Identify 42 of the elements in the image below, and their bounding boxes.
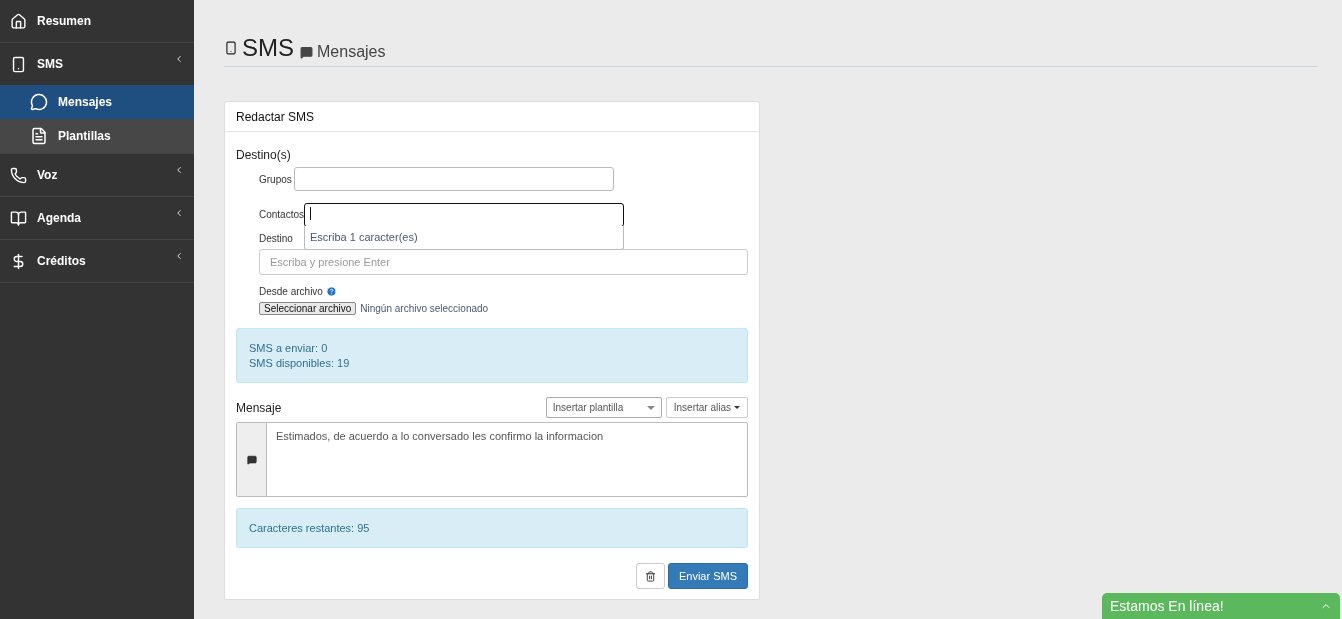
card-title: Redactar SMS xyxy=(236,108,315,126)
text-cursor-icon xyxy=(310,207,311,220)
section-label: Mensaje xyxy=(236,399,282,417)
field-label: Destino xyxy=(259,232,293,246)
groups-input-field[interactable] xyxy=(294,167,614,191)
mobile-phone-icon xyxy=(10,55,27,73)
delete-button[interactable] xyxy=(635,563,665,589)
chevron-icon xyxy=(174,54,184,64)
trash-icon xyxy=(644,570,656,582)
speech-bubble-icon xyxy=(30,93,48,111)
submenu-item[interactable]: Plantillas xyxy=(0,119,194,153)
help-icon[interactable] xyxy=(325,286,337,297)
field-label: Contactos xyxy=(259,208,303,222)
chevron-icon xyxy=(174,165,184,175)
submenu-item[interactable]: Mensajes xyxy=(0,85,194,119)
section-label: Destino(s) xyxy=(236,147,292,164)
page-subtitle: Mensajes xyxy=(317,44,386,60)
choose-file-button[interactable]: Seleccionar archivo xyxy=(259,302,357,315)
mobile-phone-icon xyxy=(224,39,238,57)
field-label: Grupos xyxy=(259,172,293,187)
file-status: Ningún archivo seleccionado xyxy=(360,302,489,316)
alert-text: SMS a enviar: 0 xyxy=(249,340,328,356)
document-icon xyxy=(30,127,48,145)
autocomplete-hint: Escriba 1 caracter(es) xyxy=(304,226,624,250)
message-field[interactable]: Estimados, de acuerdo a lo conversado les confirmo la informacion xyxy=(236,422,748,497)
alert-text: Caracteres restantes: 95 xyxy=(249,520,370,536)
chevron-icon xyxy=(174,208,184,218)
speech-bubble-icon xyxy=(246,454,257,465)
destination-input-field[interactable]: Escriba y presione Enter xyxy=(259,249,748,275)
alert-text: SMS disponibles: 19 xyxy=(249,355,350,371)
caret-icon xyxy=(734,406,740,409)
field-label: Desde archivo xyxy=(259,285,323,299)
alias-dropdown-button[interactable]: Insertar alias xyxy=(665,397,748,418)
chevron-icon xyxy=(174,251,184,261)
send-button[interactable]: Enviar SMS xyxy=(667,563,748,589)
caret-icon xyxy=(646,405,655,410)
home-icon xyxy=(10,12,27,30)
page-title: SMS xyxy=(242,36,294,60)
phone-icon xyxy=(10,166,27,184)
book-icon xyxy=(10,209,27,227)
speech-bubble-icon xyxy=(300,46,313,59)
template-select[interactable]: Insertar plantilla xyxy=(545,397,662,418)
